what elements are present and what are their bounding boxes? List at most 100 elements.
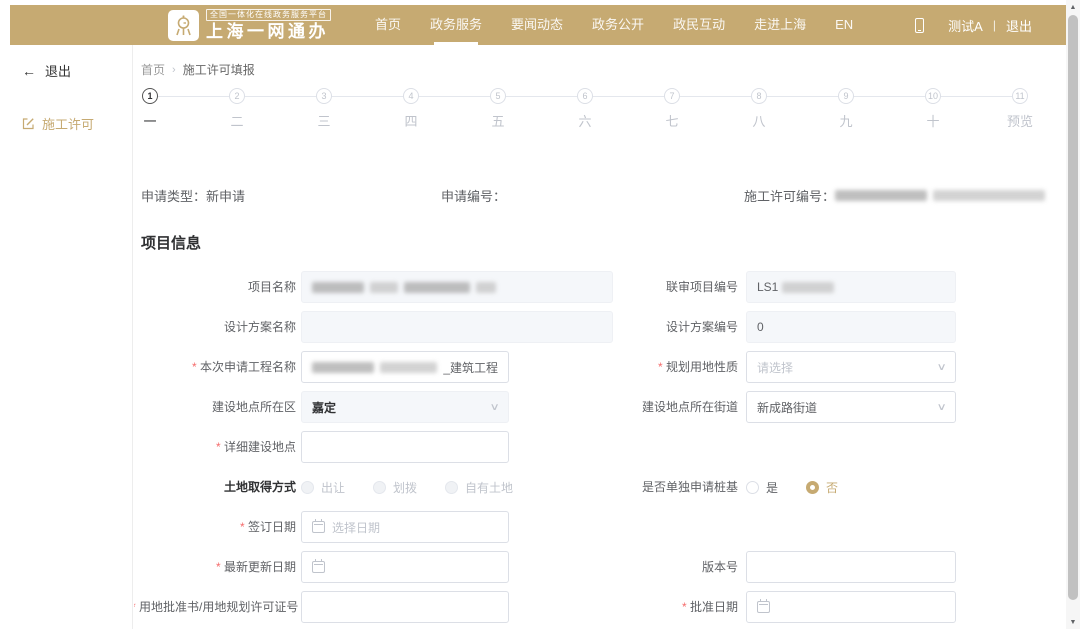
design-plan-no-label: 设计方案编号 xyxy=(665,320,738,334)
land-use-nature-select[interactable]: 请选择 ∨ xyxy=(746,351,956,383)
user-name[interactable]: 测试A xyxy=(948,16,983,35)
sidebar-back-button[interactable]: ← 退出 xyxy=(22,61,132,80)
nav-item-5[interactable]: 走进上海 xyxy=(754,5,806,45)
work-name-value-suffix: _建筑工程 xyxy=(443,360,498,375)
step-connector xyxy=(158,95,229,97)
top-header: 全国一体化在线政务服务平台 上海一网通办 首页 政务服务 要闻动态 政务公开 政民互动走… xyxy=(10,5,1066,45)
step-circle[interactable]: 8 xyxy=(751,88,767,104)
permit-no: 施工许可编号： xyxy=(744,186,1051,205)
project-info-form: 项目名称 联审项目编号 LS1 设计方案名称 设计方案编号 0 * 本次申请工程… xyxy=(139,267,1066,627)
step-number: 7 xyxy=(669,91,675,101)
scrollbar-down-arrow[interactable]: ▼ xyxy=(1066,615,1080,629)
step-label: 六 xyxy=(578,114,592,129)
radio-checked-icon xyxy=(806,480,820,494)
scrollbar-up-arrow[interactable]: ▲ xyxy=(1066,0,1080,14)
form-row: 项目名称 联审项目编号 LS1 xyxy=(141,267,1066,307)
step-circle[interactable]: 7 xyxy=(664,88,680,104)
user-area: 测试A | 退出 xyxy=(915,16,1032,35)
mobile-phone-icon[interactable] xyxy=(915,17,925,33)
scrollbar-thumb[interactable] xyxy=(1068,15,1078,600)
nav-item-4[interactable]: 政民互动 xyxy=(673,5,725,45)
nav-item-3[interactable]: 政务公开 xyxy=(592,5,644,45)
breadcrumb-home[interactable]: 首页 xyxy=(141,61,165,78)
wizard-stepper: 1 一 2 二 3 三 4 四 5 五 6 六 7 七 8 八 9 九 10 十… xyxy=(142,88,1033,130)
stepper-step-8[interactable]: 8 八 xyxy=(751,88,838,130)
design-plan-name-label: 设计方案名称 xyxy=(223,320,296,334)
step-circle[interactable]: 9 xyxy=(838,88,854,104)
form-row: 最新更新日期 版本号 xyxy=(141,547,1066,587)
step-circle[interactable]: 11 xyxy=(1012,88,1028,104)
suishenban-logo-icon xyxy=(168,9,199,41)
stepper-step-4[interactable]: 4 四 xyxy=(403,88,490,130)
permit-no-label: 施工许可编号： xyxy=(744,189,836,204)
radio-icon xyxy=(373,480,387,494)
sign-date-label: 签订日期 xyxy=(134,507,296,547)
brand-text: 全国一体化在线政务服务平台 上海一网通办 xyxy=(206,9,331,41)
step-circle[interactable]: 2 xyxy=(229,88,245,104)
step-number: 11 xyxy=(1015,91,1025,101)
form-row: 土地取得方式 出让 划拨 自有土地 是否单独申请桩基 是 否 xyxy=(141,467,1066,507)
step-circle[interactable]: 3 xyxy=(316,88,332,104)
step-circle[interactable]: 4 xyxy=(403,88,419,104)
street-select[interactable]: 新成路街道 ∨ xyxy=(746,391,956,423)
sidebar-item-construction-permit[interactable]: 施工许可 xyxy=(22,114,132,133)
stepper-step-1[interactable]: 1 一 xyxy=(142,88,229,130)
chevron-down-icon: ∨ xyxy=(936,401,947,413)
nav-item-2[interactable]: 要闻动态 xyxy=(511,5,563,45)
nav-item-1[interactable]: 政务服务 xyxy=(430,5,482,45)
permit-no-redacted-value xyxy=(835,190,928,201)
land-permit-no-input[interactable] xyxy=(301,591,509,623)
version-no-input[interactable] xyxy=(746,551,956,583)
detail-address-input[interactable] xyxy=(301,431,509,463)
sidebar: ← 退出 施工许可 xyxy=(0,45,133,629)
district-value: 嘉定 xyxy=(312,400,337,415)
design-plan-no-input: 0 xyxy=(746,311,956,343)
edit-icon xyxy=(22,117,35,130)
step-circle[interactable]: 10 xyxy=(925,88,941,104)
pile-alone-label: 是否单独申请桩基 xyxy=(641,480,738,494)
stepper-step-7[interactable]: 7 七 xyxy=(664,88,751,130)
step-connector xyxy=(332,95,403,97)
work-name-input[interactable]: _建筑工程 xyxy=(301,351,509,383)
radio-chu-rang: 出让 xyxy=(301,479,345,496)
calendar-icon xyxy=(312,559,325,573)
district-select: 嘉定 ∨ xyxy=(301,391,509,423)
stepper-step-11[interactable]: 11 预览 xyxy=(1007,88,1033,130)
form-row: 签订日期 选择日期 xyxy=(141,507,1066,547)
logout-link[interactable]: 退出 xyxy=(1006,16,1032,35)
sidebar-back-label: 退出 xyxy=(45,64,72,79)
update-date-picker[interactable] xyxy=(301,551,509,583)
radio-hua-bo: 划拨 xyxy=(373,479,417,496)
stepper-step-10[interactable]: 10 十 xyxy=(925,88,1012,130)
land-acquire-label: 土地取得方式 xyxy=(223,480,296,494)
nav-item-0[interactable]: 首页 xyxy=(375,5,401,45)
chevron-down-icon: ∨ xyxy=(489,401,500,413)
radio-no[interactable]: 否 xyxy=(806,479,838,496)
sign-date-picker[interactable]: 选择日期 xyxy=(301,511,509,543)
apply-type-label: 申请类型： xyxy=(141,189,207,204)
approve-date-picker[interactable] xyxy=(746,591,956,623)
radio-yes[interactable]: 是 xyxy=(746,479,778,496)
stepper-step-5[interactable]: 5 五 xyxy=(490,88,577,130)
step-label: 一 xyxy=(143,114,157,129)
stepper-step-6[interactable]: 6 六 xyxy=(577,88,664,130)
radio-label: 是 xyxy=(766,480,779,495)
radio-label: 出让 xyxy=(321,480,346,495)
chevron-down-icon: ∨ xyxy=(936,361,947,373)
step-circle[interactable]: 5 xyxy=(490,88,506,104)
stepper-step-9[interactable]: 9 九 xyxy=(838,88,925,130)
brand-logo[interactable]: 全国一体化在线政务服务平台 上海一网通办 xyxy=(168,9,331,41)
page: 全国一体化在线政务服务平台 上海一网通办 首页 政务服务 要闻动态 政务公开 政民互动走… xyxy=(0,0,1080,629)
form-row: 本次申请工程名称 _建筑工程 规划用地性质 请选择 ∨ xyxy=(141,347,1066,387)
calendar-icon xyxy=(312,519,325,533)
step-number: 5 xyxy=(495,91,501,101)
update-date-label: 最新更新日期 xyxy=(134,547,296,587)
step-circle[interactable]: 1 xyxy=(142,88,158,104)
step-circle[interactable]: 6 xyxy=(577,88,593,104)
nav-item-6[interactable]: EN xyxy=(835,5,853,45)
apply-no-label: 申请编号： xyxy=(441,189,507,204)
stepper-step-3[interactable]: 3 三 xyxy=(316,88,403,130)
step-number: 6 xyxy=(582,91,588,101)
stepper-step-2[interactable]: 2 二 xyxy=(229,88,316,130)
sidebar-item-label: 施工许可 xyxy=(42,117,95,132)
